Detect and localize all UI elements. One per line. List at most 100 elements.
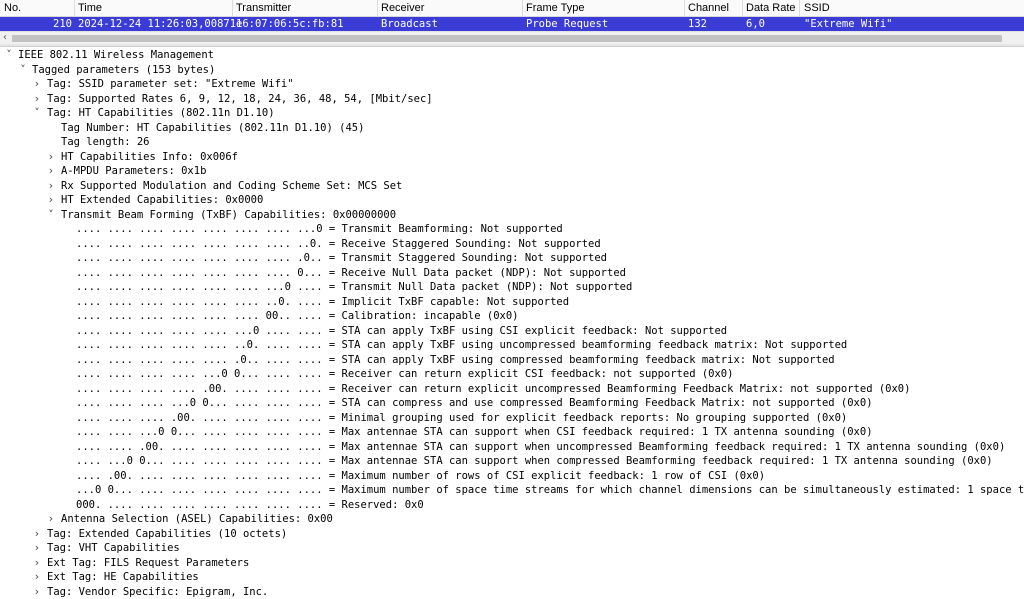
tree-item[interactable]: .... .... .... .... .... .... ...0 .... … bbox=[0, 280, 1024, 295]
tree-item[interactable]: ˅ Transmit Beam Forming (TxBF) Capabiliti… bbox=[0, 208, 1024, 223]
tree-item-label: Ext Tag: HE Capabilities bbox=[47, 571, 199, 583]
tree-item-label: Ext Tag: FILS Request Parameters bbox=[47, 556, 250, 569]
tree-item[interactable]: 000. .... .... .... .... .... .... .... … bbox=[0, 498, 1024, 513]
tree-item-label: IEEE 802.11 Wireless Management bbox=[18, 49, 214, 61]
column-header-ssid[interactable]: SSID bbox=[804, 2, 830, 14]
chevron-right-icon[interactable]: › bbox=[32, 570, 42, 585]
tree-item-label: 000. .... .... .... .... .... .... .... … bbox=[76, 498, 424, 511]
tree-item[interactable]: › Tag: Supported Rates 6, 9, 12, 18, 24, … bbox=[0, 92, 1024, 107]
chevron-left-icon[interactable]: ‹ bbox=[3, 32, 7, 43]
tree-item-label: .... .... .... .... .00. .... .... .... … bbox=[76, 382, 911, 395]
tree-item[interactable]: .... .00. .... .... .... .... .... .... … bbox=[0, 469, 1024, 484]
tree-item[interactable]: .... .... .... .... .00. .... .... .... … bbox=[0, 382, 1024, 397]
tree-item[interactable]: .... ...0 0... .... .... .... .... .... … bbox=[0, 454, 1024, 469]
tree-item[interactable]: .... .... .... ...0 0... .... .... .... … bbox=[0, 396, 1024, 411]
tree-item-label: Tag: HT Capabilities (802.11n D1.10) bbox=[47, 107, 275, 119]
packet-row-selected[interactable]: 210 2024-12-24 11:26:03,008711 e6:07:06:… bbox=[0, 17, 1024, 31]
tree-item[interactable]: › Antenna Selection (ASEL) Capabilities: … bbox=[0, 512, 1024, 527]
column-header-time[interactable]: Time bbox=[78, 2, 102, 14]
tree-item-label: A-MPDU Parameters: 0x1b bbox=[61, 165, 207, 177]
column-header-transmitter[interactable]: Transmitter bbox=[236, 2, 291, 14]
tree-item-label: Rx Supported Modulation and Coding Schem… bbox=[61, 179, 403, 192]
packet-details-tree: ˅ IEEE 802.11 Wireless Management ˅ Tagged … bbox=[0, 48, 1024, 599]
tree-item[interactable]: .... .... .00. .... .... .... .... .... … bbox=[0, 440, 1024, 455]
cell-receiver: Broadcast bbox=[381, 18, 438, 30]
packet-list-horizontal-scrollbar[interactable]: ‹ bbox=[0, 31, 1024, 44]
chevron-right-icon[interactable]: › bbox=[46, 150, 56, 165]
tree-item[interactable]: › Rx Supported Modulation and Coding Sche… bbox=[0, 179, 1024, 194]
column-header-channel[interactable]: Channel bbox=[688, 2, 729, 14]
column-header-no[interactable]: No. bbox=[4, 2, 21, 14]
tree-item[interactable]: .... .... .... .... .... ...0 .... .... … bbox=[0, 324, 1024, 339]
column-separator[interactable] bbox=[377, 0, 378, 17]
chevron-right-icon[interactable]: › bbox=[32, 77, 42, 92]
chevron-down-icon[interactable]: ˅ bbox=[32, 106, 42, 121]
tree-item-label: .... .... .... .00. .... .... .... .... … bbox=[76, 411, 848, 424]
tree-item[interactable]: .... .... ...0 0... .... .... .... .... … bbox=[0, 425, 1024, 440]
tree-item[interactable]: Tag length: 26 bbox=[0, 135, 1024, 150]
tree-item-label: .... .... .... .... ...0 0... .... .... … bbox=[76, 368, 734, 380]
chevron-down-icon[interactable]: ˅ bbox=[46, 208, 56, 223]
tree-item[interactable]: .... .... .... .... .... .... .... ...0 … bbox=[0, 222, 1024, 237]
tree-item-label: .... .00. .... .... .... .... .... .... … bbox=[76, 469, 766, 482]
tree-item[interactable]: .... .... .... .... ...0 0... .... .... … bbox=[0, 367, 1024, 382]
tree-item[interactable]: › HT Capabilities Info: 0x006f bbox=[0, 150, 1024, 165]
column-separator[interactable] bbox=[74, 0, 75, 17]
chevron-right-icon[interactable]: › bbox=[32, 527, 42, 542]
tree-item[interactable]: › A-MPDU Parameters: 0x1b bbox=[0, 164, 1024, 179]
tree-item[interactable]: ˅ IEEE 802.11 Wireless Management bbox=[0, 48, 1024, 63]
tree-item[interactable]: ˅ Tagged parameters (153 bytes) bbox=[0, 63, 1024, 78]
chevron-down-icon[interactable]: ˅ bbox=[18, 63, 28, 78]
tree-item-label: .... .... ...0 0... .... .... .... .... … bbox=[76, 426, 873, 438]
tree-item[interactable]: .... .... .... .... .... .... 00.. .... … bbox=[0, 309, 1024, 324]
tree-item-label: Tag: VHT Capabilities bbox=[47, 542, 180, 554]
tree-item[interactable]: .... .... .... .... .... .... ..0. .... … bbox=[0, 295, 1024, 310]
tree-item[interactable]: › HT Extended Capabilities: 0x0000 bbox=[0, 193, 1024, 208]
column-header-data-rate[interactable]: Data Rate bbox=[746, 2, 796, 14]
tree-item[interactable]: › Ext Tag: FILS Request Parameters bbox=[0, 556, 1024, 571]
tree-item[interactable]: › Ext Tag: HE Capabilities bbox=[0, 570, 1024, 585]
tree-item[interactable]: Tag Number: HT Capabilities (802.11n D1.… bbox=[0, 121, 1024, 136]
tree-item[interactable]: › Tag: Vendor Specific: Epigram, Inc. bbox=[0, 585, 1024, 599]
chevron-down-icon[interactable]: ˅ bbox=[4, 48, 14, 63]
pane-splitter[interactable] bbox=[0, 44, 1024, 47]
tree-item-label: Tag length: 26 bbox=[61, 136, 150, 148]
column-header-receiver[interactable]: Receiver bbox=[381, 2, 424, 14]
tree-item[interactable]: ˅ Tag: HT Capabilities (802.11n D1.10) bbox=[0, 106, 1024, 121]
chevron-right-icon[interactable]: › bbox=[32, 92, 42, 107]
chevron-right-icon[interactable]: › bbox=[46, 164, 56, 179]
tree-item[interactable]: ...0 0... .... .... .... .... .... .... … bbox=[0, 483, 1024, 498]
tree-item[interactable]: .... .... .... .00. .... .... .... .... … bbox=[0, 411, 1024, 426]
cell-channel: 132 bbox=[688, 18, 707, 30]
chevron-right-icon[interactable]: › bbox=[32, 541, 42, 556]
cell-frame-type: Probe Request bbox=[526, 18, 609, 30]
column-separator[interactable] bbox=[232, 0, 233, 17]
tree-item-label: .... .... .... .... .... .... .... ..0. … bbox=[76, 237, 601, 250]
tree-item[interactable]: .... .... .... .... .... .... .... 0... … bbox=[0, 266, 1024, 281]
column-header-frame-type[interactable]: Frame Type bbox=[526, 2, 585, 14]
chevron-right-icon[interactable]: › bbox=[32, 556, 42, 571]
tree-item[interactable]: .... .... .... .... .... .... .... ..0. … bbox=[0, 237, 1024, 252]
chevron-right-icon[interactable]: › bbox=[46, 193, 56, 208]
tree-item-label: Tag: Extended Capabilities (10 octets) bbox=[47, 527, 288, 540]
column-separator[interactable] bbox=[522, 0, 523, 17]
column-separator[interactable] bbox=[799, 0, 800, 17]
tree-item[interactable]: .... .... .... .... .... .0.. .... .... … bbox=[0, 353, 1024, 368]
chevron-right-icon[interactable]: › bbox=[32, 585, 42, 599]
packet-list-header: No. Time Transmitter Receiver Frame Type… bbox=[0, 0, 1024, 17]
tree-item[interactable]: › Tag: Extended Capabilities (10 octets) bbox=[0, 527, 1024, 542]
scrollbar-thumb[interactable] bbox=[12, 35, 1002, 42]
tree-item-label: HT Capabilities Info: 0x006f bbox=[61, 150, 239, 163]
tree-item[interactable]: .... .... .... .... .... .... .... .0.. … bbox=[0, 251, 1024, 266]
tree-item[interactable]: .... .... .... .... .... ..0. .... .... … bbox=[0, 338, 1024, 353]
cell-time: 2024-12-24 11:26:03,008711 bbox=[78, 18, 243, 30]
cell-ssid: "Extreme Wifi" bbox=[804, 18, 893, 30]
cell-no: 210 bbox=[53, 18, 72, 30]
chevron-right-icon[interactable]: › bbox=[46, 179, 56, 194]
chevron-right-icon[interactable]: › bbox=[46, 512, 56, 527]
tree-item-label: Antenna Selection (ASEL) Capabilities: 0… bbox=[61, 513, 333, 525]
column-separator[interactable] bbox=[742, 0, 743, 17]
column-separator[interactable] bbox=[684, 0, 685, 17]
tree-item[interactable]: › Tag: VHT Capabilities bbox=[0, 541, 1024, 556]
tree-item[interactable]: › Tag: SSID parameter set: "Extreme Wifi" bbox=[0, 77, 1024, 92]
